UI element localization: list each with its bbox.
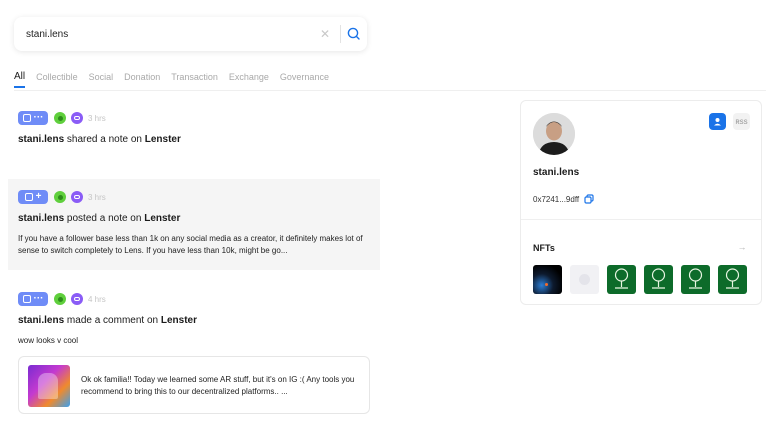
tab-all[interactable]: All (14, 70, 26, 88)
note-type-badge: ··· (18, 111, 48, 125)
follow-icon (714, 118, 721, 126)
rss-icon: ʀss (735, 117, 748, 126)
note-type-badge: ··· (18, 292, 48, 306)
lens-icon (54, 191, 66, 203)
tab-transaction[interactable]: Transaction (171, 70, 218, 88)
tab-exchange[interactable]: Exchange (229, 70, 269, 88)
nft-thumbnail[interactable] (718, 265, 747, 294)
post-body: If you have a follower base less than 1k… (18, 234, 363, 255)
profile-divider (521, 219, 761, 220)
copy-icon[interactable] (584, 194, 594, 204)
feed-headline: stani.lens made a comment on Lenster (18, 315, 370, 327)
actor-name[interactable]: stani.lens (18, 134, 64, 145)
close-icon[interactable]: ✕ (318, 26, 332, 42)
wallet-address: 0x7241...9dff (533, 194, 594, 204)
feed-headline: stani.lens shared a note on Lenster (18, 134, 370, 146)
badge-symbol: ··· (33, 112, 44, 123)
profile-name: stani.lens (533, 167, 580, 178)
platform-name[interactable]: Lenster (161, 315, 197, 326)
comment-body: wow looks v cool (18, 336, 79, 345)
actor-name[interactable]: stani.lens (18, 315, 64, 326)
feed-item-meta: ··· 3 hrs (18, 111, 370, 125)
note-icon (22, 295, 31, 303)
nft-thumbnail[interactable] (644, 265, 673, 294)
quoted-post-thumbnail (28, 365, 70, 407)
rss-button[interactable]: ʀss (733, 113, 750, 130)
search-box: ✕ (14, 17, 367, 51)
nft-gallery (533, 265, 747, 294)
feed-item-meta: ··· 4 hrs (18, 292, 370, 306)
search-input[interactable] (26, 26, 306, 42)
filter-tabs: All Collectible Social Donation Transact… (14, 70, 340, 92)
feed-item-meta: + 3 hrs (18, 190, 370, 204)
wallet-address-text: 0x7241...9dff (533, 194, 580, 204)
actor-name[interactable]: stani.lens (18, 213, 64, 224)
quoted-post-card[interactable]: Ok ok familia!! Today we learned some AR… (18, 356, 370, 414)
note-icon (24, 193, 33, 201)
action-text: shared a note on (66, 134, 142, 145)
tab-collectible[interactable]: Collectible (36, 70, 78, 88)
nft-thumbnail[interactable] (681, 265, 710, 294)
timestamp: 3 hrs (88, 192, 106, 202)
link-icon (71, 112, 83, 124)
timestamp: 3 hrs (88, 113, 106, 123)
nft-thumbnail[interactable] (607, 265, 636, 294)
tab-governance[interactable]: Governance (280, 70, 329, 88)
timestamp: 4 hrs (88, 294, 106, 304)
search-icon[interactable] (345, 25, 363, 43)
tabs-divider (14, 90, 766, 91)
feed-item[interactable]: + 3 hrs stani.lens posted a note on Lens… (8, 179, 380, 270)
link-icon (71, 191, 83, 203)
nft-thumbnail[interactable] (570, 265, 599, 294)
nft-thumbnail[interactable] (533, 265, 562, 294)
action-text: made a comment on (66, 315, 159, 326)
arrow-right-icon[interactable]: → (733, 242, 751, 254)
search-divider (340, 25, 341, 43)
platform-name[interactable]: Lenster (144, 213, 180, 224)
tab-donation[interactable]: Donation (124, 70, 160, 88)
follow-button[interactable] (709, 113, 726, 130)
note-type-badge: + (18, 190, 48, 204)
platform-name[interactable]: Lenster (145, 134, 181, 145)
feed-item[interactable]: ··· 4 hrs stani.lens made a comment on L… (8, 292, 380, 347)
nfts-heading: NFTs (533, 243, 555, 253)
avatar[interactable] (533, 113, 575, 155)
badge-symbol: ··· (33, 293, 44, 304)
action-text: posted a note on (66, 213, 142, 224)
feed-headline: stani.lens posted a note on Lenster (18, 213, 370, 225)
quoted-post-text: Ok ok familia!! Today we learned some AR… (81, 375, 355, 396)
lens-icon (54, 293, 66, 305)
link-icon (71, 293, 83, 305)
profile-card: ʀss stani.lens 0x7241...9dff NFTs → (520, 100, 762, 305)
lens-icon (54, 112, 66, 124)
tab-social[interactable]: Social (89, 70, 114, 88)
note-icon (22, 114, 31, 122)
feed-item[interactable]: ··· 3 hrs stani.lens shared a note on Le… (8, 111, 380, 146)
badge-symbol: + (35, 191, 42, 202)
